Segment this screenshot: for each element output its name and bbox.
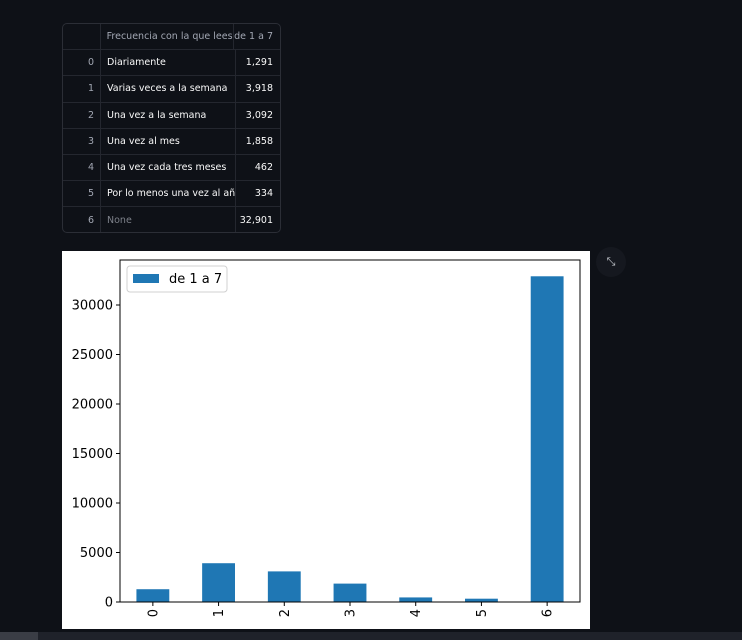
table-header-row: Frecuencia con la que lees de 1 a 7	[63, 24, 280, 51]
y-tick-label: 10000	[72, 497, 113, 512]
bar-chart-svg: 0 5000 10000 15000 20000 25000 30000 0 1 2 3 4 5 6 de …	[72, 259, 581, 617]
table-row[interactable]: 0 Diariamente 1,291	[63, 50, 280, 77]
x-tick-label: 3	[344, 609, 359, 617]
bar-2	[267, 571, 301, 602]
row-label: Varias veces a la semana	[101, 76, 236, 102]
row-index: 0	[63, 50, 101, 76]
y-tick-label: 0	[105, 596, 113, 611]
row-value: 462	[254, 162, 273, 174]
table-row[interactable]: 5 Por lo menos una vez al año 334	[63, 181, 280, 208]
row-index: 3	[63, 128, 101, 154]
page: Frecuencia con la que lees de 1 a 7 0 Di…	[0, 0, 742, 640]
row-value: 3,918	[245, 83, 273, 95]
y-tick-label: 15000	[72, 447, 113, 462]
horizontal-scrollbar-track[interactable]	[0, 632, 742, 640]
row-value: 3,092	[245, 109, 273, 121]
row-index: 1	[63, 76, 101, 102]
bar-chart: 0 5000 10000 15000 20000 25000 30000 0 1 2 3 4 5 6 de …	[62, 251, 590, 629]
x-tick-label: 6	[541, 609, 556, 617]
dataframe-table[interactable]: Frecuencia con la que lees de 1 a 7 0 Di…	[62, 23, 281, 233]
y-tick-label: 20000	[72, 398, 113, 413]
bar-3	[333, 583, 367, 602]
legend-swatch	[133, 274, 159, 283]
horizontal-scrollbar-thumb[interactable]	[0, 632, 38, 640]
row-value: 334	[254, 188, 273, 200]
row-label: Una vez cada tres meses	[101, 154, 236, 181]
row-index: 2	[63, 102, 101, 128]
plot-frame	[119, 259, 581, 603]
expand-button[interactable]: ⤡	[596, 247, 626, 277]
x-tick-label: 5	[475, 609, 490, 617]
row-index: 5	[63, 181, 101, 207]
bar-4	[399, 597, 433, 602]
table-row[interactable]: 6 None 32,901	[63, 207, 280, 232]
x-tick-label: 0	[146, 609, 161, 617]
bar-6	[530, 276, 564, 602]
table-row[interactable]: 2 Una vez a la semana 3,092	[63, 102, 280, 129]
row-value: 1,291	[245, 57, 273, 69]
x-tick-label: 1	[212, 609, 227, 617]
row-value: 1,858	[245, 135, 273, 147]
expand-icon: ⤡	[606, 255, 616, 268]
bar-1	[202, 563, 235, 602]
row-label: None	[101, 207, 236, 232]
table-row[interactable]: 1 Varias veces a la semana 3,918	[63, 76, 280, 103]
legend: de 1 a 7	[126, 265, 228, 293]
y-tick-label: 5000	[80, 546, 113, 561]
y-tick-label: 25000	[72, 348, 113, 363]
header-de-1-a-7[interactable]: de 1 a 7	[234, 24, 280, 49]
table-row[interactable]: 4 Una vez cada tres meses 462	[63, 154, 280, 182]
row-label: Una vez al mes	[101, 128, 236, 154]
row-label: Por lo menos una vez al año	[101, 181, 236, 207]
table-row[interactable]: 3 Una vez al mes 1,858	[63, 128, 280, 155]
y-tick-label: 30000	[72, 299, 113, 314]
x-tick-label: 4	[409, 609, 424, 617]
row-index: 6	[63, 207, 101, 232]
bar-0	[136, 589, 170, 602]
x-tick-label: 2	[278, 609, 293, 617]
legend-label: de 1 a 7	[169, 272, 222, 287]
header-frecuencia[interactable]: Frecuencia con la que lees	[101, 24, 235, 50]
row-label: Una vez a la semana	[101, 102, 236, 128]
row-label: Diariamente	[101, 50, 236, 76]
header-index-cell	[63, 24, 101, 50]
row-index: 4	[63, 154, 101, 181]
row-value: 32,901	[239, 214, 273, 226]
